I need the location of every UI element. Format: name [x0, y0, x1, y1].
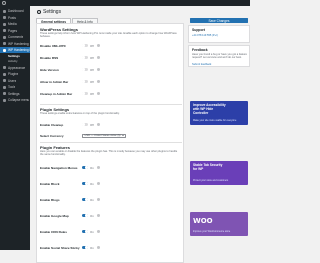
sidebar-item-posts[interactable]: Posts [0, 15, 30, 21]
wordpress-logo-icon[interactable] [2, 1, 6, 5]
setting-row-enable-block: Enable BlockOn [40, 180, 182, 187]
support-phone[interactable]: +44 078 119 555 (P+I) [192, 34, 218, 37]
ad-banner-accessibility[interactable]: Improve Accessibility with WP Hide Contr… [190, 101, 248, 125]
chevron-down-icon [122, 135, 124, 136]
sidebar-item-comments[interactable]: Comments [0, 34, 30, 40]
media-icon [3, 23, 6, 26]
page-title: Settings [37, 9, 61, 15]
toggle-switch[interactable] [82, 166, 88, 169]
settings-gear-icon [37, 10, 41, 14]
save-changes-button[interactable]: Save Changes [190, 18, 248, 23]
toggle-switch[interactable] [82, 44, 88, 47]
shield-icon [3, 49, 6, 52]
page-icon [3, 29, 6, 32]
toggle-switch[interactable] [82, 80, 88, 83]
help-icon[interactable] [97, 166, 100, 169]
sidebar-item-users[interactable]: Users [0, 78, 30, 84]
currency-label: Select Currency [40, 134, 82, 138]
toggle-switch[interactable] [82, 123, 88, 126]
toggle-switch[interactable] [82, 92, 88, 95]
woocommerce-logo: WOO [193, 217, 213, 225]
help-icon[interactable] [97, 230, 100, 233]
sidebar-item-settings[interactable]: Settings [0, 91, 30, 97]
currency-select[interactable]: USD — United States dollar ($) [82, 134, 126, 138]
setting-row-allow-in-admin-bar: Allow in Admin BarOff [40, 78, 182, 85]
shield-icon [3, 42, 6, 45]
setting-row-disable-xml-rpc: Disable XML-RPCOff [40, 42, 182, 49]
toggle-switch[interactable] [82, 214, 88, 217]
help-icon[interactable] [97, 80, 100, 83]
sidebar-item-dashboard[interactable]: Dashboard [0, 8, 30, 14]
setting-row-enable-cdn-rules: Enable CDN RulesOn [40, 228, 182, 235]
setting-row-enable-cleanup: Enable CleanupOff [40, 121, 182, 128]
sidebar-item-wp-hardening[interactable]: WP Hardening [0, 41, 30, 47]
feedback-card: Feedback Have you found a bug or have yo… [188, 45, 250, 67]
help-icon[interactable] [97, 123, 100, 126]
dashboard-icon [3, 10, 6, 13]
sidebar-item-media[interactable]: Media [0, 21, 30, 27]
toggle-switch[interactable] [82, 182, 88, 185]
plugin-icon [3, 73, 6, 76]
setting-row-hide-version: Hide VersionOff [40, 66, 182, 73]
sidebar-item-wp-hardening-pro[interactable]: WP Hardening Pro [0, 47, 30, 53]
toggle-switch[interactable] [82, 230, 88, 233]
plugin-features-desc: Here you can enable or disable the featu… [40, 150, 180, 156]
help-icon[interactable] [97, 92, 100, 95]
help-icon[interactable] [97, 198, 100, 201]
support-card: Support +44 078 119 555 (P+I) [188, 25, 250, 43]
setting-row-cleanup-in-admin-bar: Cleanup in Admin BarOff [40, 90, 182, 97]
main-content: Settings General settings Help & Info Wo… [30, 6, 250, 250]
toggle-switch[interactable] [82, 246, 88, 249]
help-icon[interactable] [97, 214, 100, 217]
sidebar-item-tools[interactable]: Tools [0, 84, 30, 90]
help-icon[interactable] [97, 68, 100, 71]
help-icon[interactable] [97, 56, 100, 59]
plugin-settings-desc: These settings enable extra features on … [40, 112, 180, 115]
currency-row: Select Currency USD — United States doll… [40, 132, 182, 139]
settings-icon [3, 92, 6, 95]
setting-row-enable-blogs: Enable BlogsOn [40, 196, 182, 203]
pin-icon [3, 16, 6, 19]
brush-icon [3, 66, 6, 69]
sidebar-item-plugins[interactable]: Plugins [0, 71, 30, 77]
sidebar-item-collapse-menu[interactable]: Collapse menu [0, 97, 30, 103]
comment-icon [3, 36, 6, 39]
toggle-switch[interactable] [82, 68, 88, 71]
settings-panel: WordPress Settings These settings help i… [36, 23, 184, 263]
wordpress-settings-desc: These settings help inform how WP Harden… [40, 32, 180, 38]
user-icon [3, 79, 6, 82]
collapse-icon [3, 99, 6, 102]
admin-sidebar: DashboardPostsMediaPagesCommentsWP Harde… [0, 6, 30, 250]
sidebar-item-appearance[interactable]: Appearance [0, 65, 30, 71]
ad-banner-security[interactable]: Stable Tab Security for WP Protect your … [190, 161, 248, 185]
help-icon[interactable] [97, 44, 100, 47]
help-icon[interactable] [97, 182, 100, 185]
ad-banner-woocommerce[interactable]: WOO Improve your WooCommerce store [190, 212, 248, 236]
setting-row-enable-google-map: Enable Google MapOn [40, 212, 182, 219]
setting-row-disable-rss: Disable RSSOff [40, 54, 182, 61]
wrench-icon [3, 86, 6, 89]
toggle-switch[interactable] [82, 198, 88, 201]
feedback-link[interactable]: Submit feedback [192, 63, 211, 66]
toggle-switch[interactable] [82, 56, 88, 59]
setting-row-enable-navigation-menus: Enable Navigation MenusOn [40, 164, 182, 171]
sidebar-subitem-activity[interactable]: Activity [0, 59, 30, 64]
help-icon[interactable] [97, 246, 100, 249]
sidebar-item-pages[interactable]: Pages [0, 28, 30, 34]
